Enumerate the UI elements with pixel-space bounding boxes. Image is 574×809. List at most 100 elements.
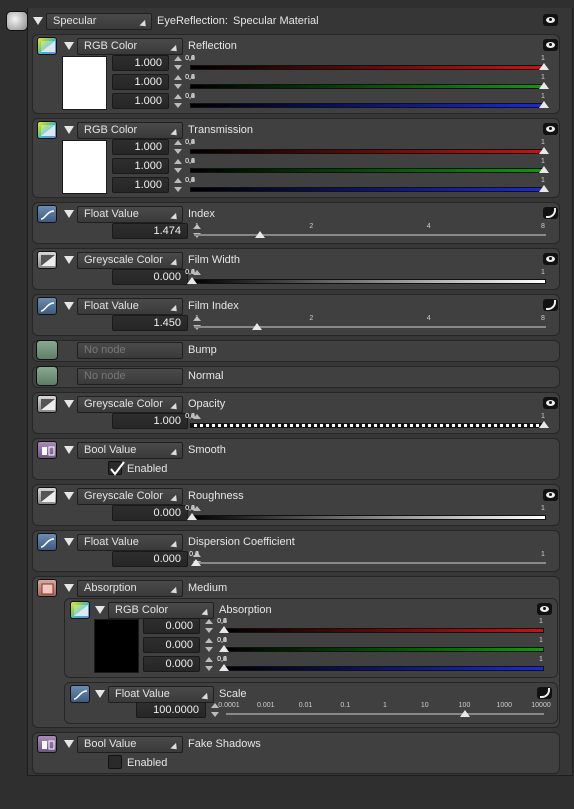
collapse-triangle-icon[interactable]: [64, 538, 74, 546]
visibility-eye-icon[interactable]: [543, 123, 558, 135]
value-field[interactable]: 0.000: [112, 551, 188, 567]
value-field[interactable]: 1.000: [112, 93, 169, 109]
curve-edit-icon[interactable]: [543, 207, 558, 219]
value-slider[interactable]: 0 0,2 0,4 0,6 0,8 1: [217, 637, 544, 653]
collapse-triangle-icon[interactable]: [95, 690, 105, 698]
value-field[interactable]: 0.000: [143, 656, 200, 672]
absorption-dropdown[interactable]: Absorption: [77, 580, 183, 597]
greyscale-color-dropdown[interactable]: Greyscale Color: [77, 488, 183, 505]
value-slider[interactable]: 0 0,2 0,4 0,6 0,8 1: [189, 551, 546, 567]
collapse-triangle-icon[interactable]: [64, 126, 74, 134]
value-slider[interactable]: 0 0,2 0,4 0,6 0,8 1: [185, 158, 549, 174]
value-slider[interactable]: 0 0,2 0,4 0,6 0,8 1: [185, 413, 549, 429]
rgb-color-dropdown[interactable]: RGB Color: [77, 122, 183, 139]
rgb-color-icon[interactable]: [37, 37, 57, 55]
slider-thumb[interactable]: [251, 323, 262, 330]
no-node-icon[interactable]: [36, 366, 58, 386]
value-slider[interactable]: 0 0,2 0,4 0,6 0,8 1: [185, 93, 549, 109]
bool-value-dropdown[interactable]: Bool Value: [77, 736, 183, 753]
value-field[interactable]: 1.474: [112, 223, 188, 239]
value-field[interactable]: 1.000: [112, 139, 169, 155]
stepper-arrows-icon[interactable]: [205, 656, 213, 672]
value-field[interactable]: 1.000: [112, 177, 169, 193]
float-value-dropdown[interactable]: Float Value: [77, 206, 183, 223]
value-slider[interactable]: 0 0,2 0,4 0,6 0,8 1: [185, 55, 549, 71]
visibility-eye-icon[interactable]: [537, 603, 552, 615]
value-slider[interactable]: 1 2 4 8: [194, 223, 546, 239]
bool-icon[interactable]: [37, 735, 57, 753]
value-field[interactable]: 100.0000: [136, 702, 206, 718]
float-curve-icon[interactable]: [70, 685, 90, 703]
collapse-triangle-icon[interactable]: [64, 210, 74, 218]
greyscale-icon[interactable]: [37, 487, 57, 505]
float-curve-icon[interactable]: [37, 533, 57, 551]
visibility-eye-icon[interactable]: [543, 397, 558, 409]
collapse-triangle-icon[interactable]: [64, 446, 74, 454]
value-slider[interactable]: 0.0001 0.001 0.01 0.1 1 10 100 1000 10000: [218, 702, 551, 718]
collapse-triangle-icon[interactable]: [64, 400, 74, 408]
stepper-arrows-icon[interactable]: [174, 93, 182, 109]
curve-edit-icon[interactable]: [537, 687, 552, 699]
stepper-arrows-icon[interactable]: [174, 74, 182, 90]
stepper-arrows-icon[interactable]: [205, 618, 213, 634]
slider-thumb[interactable]: [254, 231, 265, 238]
collapse-triangle-icon[interactable]: [33, 17, 43, 25]
slider-thumb[interactable]: [191, 559, 201, 566]
material-node-icon[interactable]: [6, 11, 28, 31]
float-curve-icon[interactable]: [37, 205, 57, 223]
smooth-checkbox[interactable]: [108, 461, 125, 476]
no-node-dropdown[interactable]: No node: [77, 342, 183, 359]
collapse-triangle-icon[interactable]: [64, 256, 74, 264]
stepper-arrows-icon[interactable]: [174, 139, 182, 155]
slider-thumb[interactable]: [539, 166, 549, 173]
slider-thumb[interactable]: [539, 185, 549, 192]
slider-thumb[interactable]: [219, 645, 229, 652]
greyscale-color-dropdown[interactable]: Greyscale Color: [77, 252, 183, 269]
visibility-eye-icon[interactable]: [543, 489, 558, 501]
collapse-triangle-icon[interactable]: [64, 740, 74, 748]
value-field[interactable]: 0.000: [112, 505, 188, 521]
bool-value-dropdown[interactable]: Bool Value: [77, 442, 183, 459]
value-slider[interactable]: 0 0,2 0,4 0,6 0,8 1: [185, 269, 546, 285]
greyscale-color-dropdown[interactable]: Greyscale Color: [77, 396, 183, 413]
material-type-dropdown[interactable]: Specular: [46, 13, 152, 30]
color-swatch[interactable]: [94, 619, 139, 673]
absorption-icon[interactable]: [37, 579, 57, 597]
slider-thumb[interactable]: [539, 147, 549, 154]
value-field[interactable]: 0.000: [112, 269, 188, 285]
stepper-arrows-icon[interactable]: [174, 177, 182, 193]
stepper-arrows-icon[interactable]: [205, 637, 213, 653]
color-swatch[interactable]: [62, 140, 107, 194]
value-field[interactable]: 1.000: [112, 55, 169, 71]
rgb-color-dropdown[interactable]: RGB Color: [108, 602, 214, 619]
slider-thumb[interactable]: [187, 277, 197, 284]
value-slider[interactable]: 0 0,2 0,4 0,6 0,8 1: [217, 618, 544, 634]
collapse-triangle-icon[interactable]: [64, 584, 74, 592]
visibility-eye-icon[interactable]: [543, 14, 558, 26]
slider-thumb[interactable]: [219, 664, 229, 671]
float-value-dropdown[interactable]: Float Value: [77, 298, 183, 315]
no-node-icon[interactable]: [36, 340, 58, 360]
slider-thumb[interactable]: [539, 82, 549, 89]
value-slider[interactable]: 0 0,2 0,4 0,6 0,8 1: [185, 74, 549, 90]
greyscale-icon[interactable]: [37, 251, 57, 269]
visibility-eye-icon[interactable]: [543, 253, 558, 265]
slider-thumb[interactable]: [539, 101, 549, 108]
color-swatch[interactable]: [62, 56, 107, 110]
rgb-color-dropdown[interactable]: RGB Color: [77, 38, 183, 55]
collapse-triangle-icon[interactable]: [64, 302, 74, 310]
value-slider[interactable]: 0 0,2 0,4 0,6 0,8 1: [185, 505, 546, 521]
value-field[interactable]: 1.000: [112, 413, 188, 429]
float-curve-icon[interactable]: [37, 297, 57, 315]
value-slider[interactable]: 0 0,2 0,4 0,6 0,8 1: [217, 656, 544, 672]
value-slider[interactable]: 0 0,2 0,4 0,6 0,8 1: [185, 139, 549, 155]
bool-icon[interactable]: [37, 441, 57, 459]
slider-thumb[interactable]: [539, 421, 549, 428]
value-slider[interactable]: 1 2 4 8: [194, 315, 546, 331]
slider-thumb[interactable]: [539, 63, 549, 70]
fake-shadows-checkbox[interactable]: [108, 755, 122, 769]
value-field[interactable]: 1.000: [112, 158, 169, 174]
rgb-color-icon[interactable]: [37, 121, 57, 139]
slider-thumb[interactable]: [219, 626, 229, 633]
greyscale-icon[interactable]: [37, 395, 57, 413]
